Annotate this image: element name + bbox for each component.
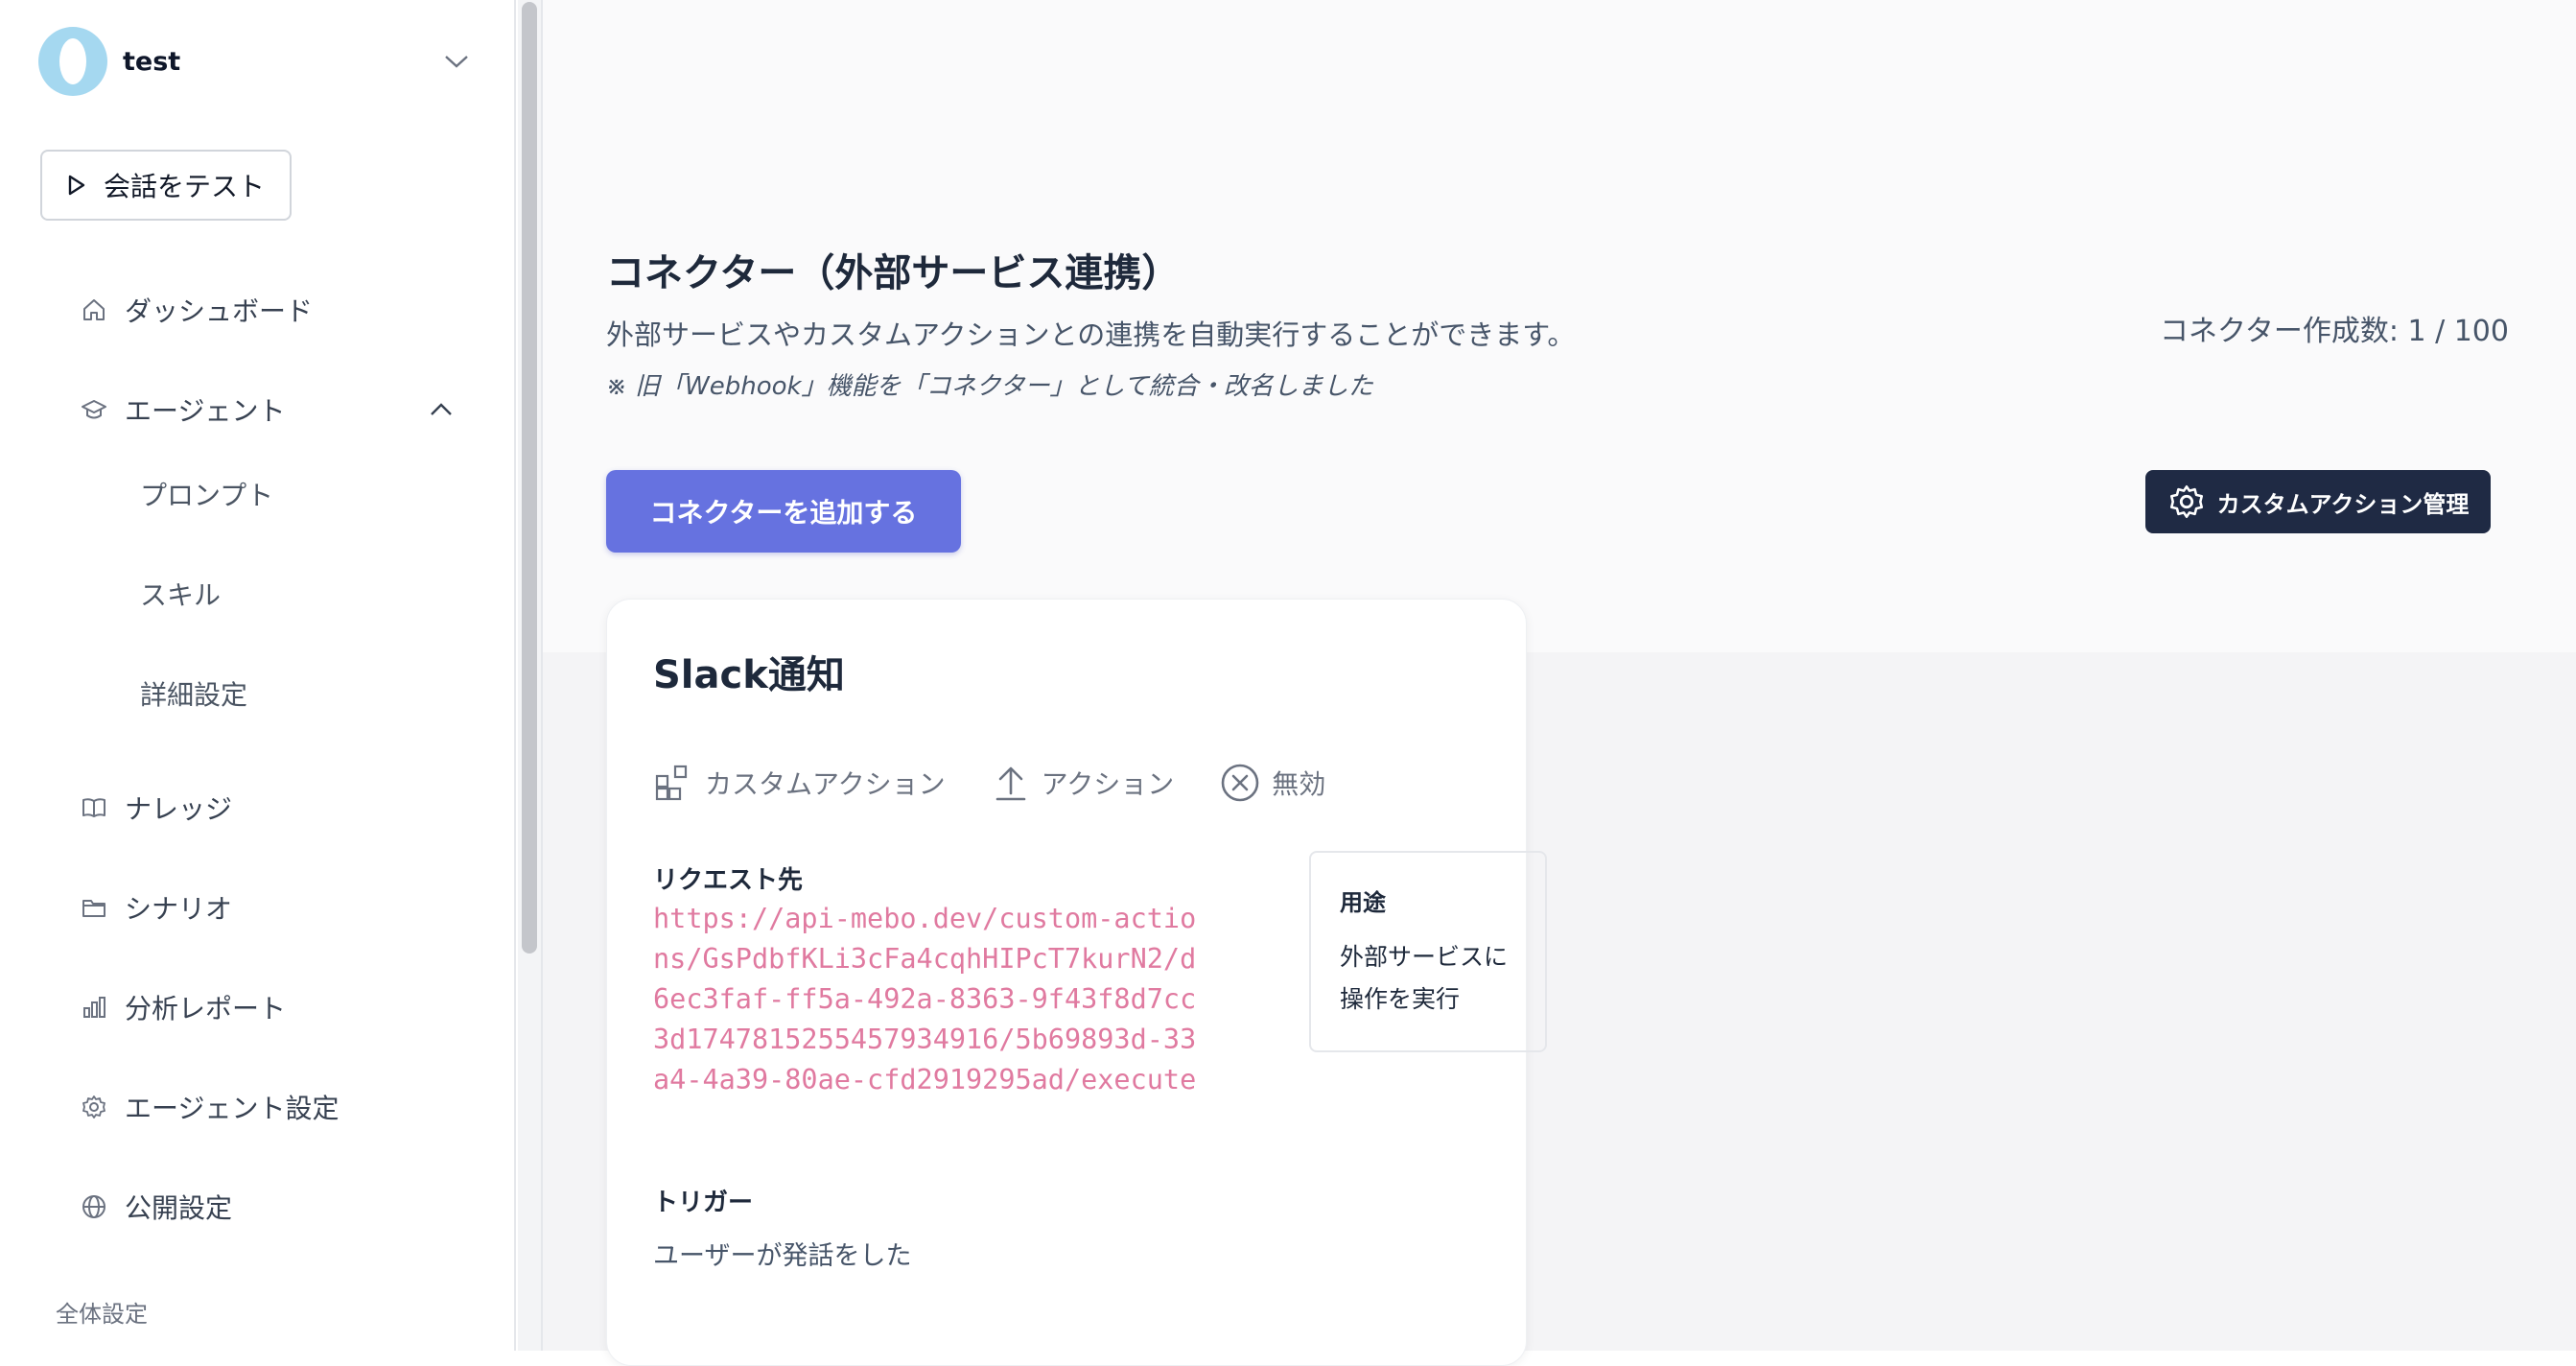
org-logo	[38, 27, 107, 96]
test-conversation-button[interactable]: 会話をテスト	[40, 150, 292, 221]
sidebar-item-label: 分析レポート	[125, 993, 287, 1024]
sidebar-item-analytics[interactable]: 分析レポート	[77, 980, 460, 1034]
sidebar-subitem-prompt[interactable]: プロンプト	[140, 467, 273, 521]
globe-icon	[77, 1189, 111, 1224]
play-icon	[68, 175, 85, 196]
sidebar-item-scenario[interactable]: シナリオ	[77, 881, 460, 934]
sidebar-item-publish-settings[interactable]: 公開設定	[77, 1180, 460, 1234]
folder-icon	[77, 890, 111, 925]
purpose-box: 用途 外部サービスに操作を実行	[1309, 851, 1547, 1052]
purpose-text: 外部サービスに操作を実行	[1340, 943, 1509, 1013]
badge-custom-action: カスタムアクション	[653, 763, 946, 803]
badge-label: 無効	[1272, 768, 1326, 800]
badge-label: アクション	[1041, 768, 1175, 800]
org-switcher[interactable]: test	[38, 27, 476, 96]
bar-chart-icon	[77, 990, 111, 1024]
page-note: ※ 旧「Webhook」機能を「コネクター」として統合・改名しました	[606, 372, 1373, 401]
upload-icon	[995, 766, 1025, 801]
request-url: https://api-mebo.dev/custom-actions/GsPd…	[653, 903, 1197, 1095]
sidebar-item-label: エージェント	[125, 395, 286, 427]
connector-badges: カスタムアクション アクション 無効	[653, 763, 1371, 803]
page-title: コネクター（外部サービス連携）	[606, 251, 1181, 295]
page-description: 外部サービスやカスタムアクションとの連携を自動実行することができます。	[606, 318, 1576, 351]
chevron-down-icon[interactable]	[437, 42, 476, 81]
connector-card[interactable]: Slack通知 カスタムアクション アクション 無効 リクエスト先 https:…	[606, 599, 1547, 1366]
book-icon	[77, 790, 111, 825]
sidebar-subitem-advanced[interactable]: 詳細設定	[140, 667, 247, 720]
purpose-title: 用途	[1340, 889, 1386, 916]
sidebar-item-label: 公開設定	[125, 1192, 233, 1224]
agent-icon	[77, 392, 111, 427]
custom-action-manage-button[interactable]: カスタムアクション管理	[2145, 470, 2491, 533]
sidebar: test 会話をテスト ダッシュボード エージェント プロンプト スキル 詳細設…	[0, 0, 516, 1351]
gear-icon	[77, 1090, 111, 1124]
sidebar-item-agent[interactable]: エージェント	[77, 383, 460, 436]
chevron-up-icon[interactable]	[422, 390, 460, 429]
sidebar-item-label: シナリオ	[125, 893, 233, 925]
trigger-value: ユーザーが発話をした	[653, 1241, 912, 1271]
trigger-label: トリガー	[653, 1189, 754, 1217]
test-conversation-label: 会話をテスト	[104, 171, 266, 202]
sidebar-item-label: エージェント設定	[125, 1093, 340, 1124]
home-icon	[77, 293, 111, 327]
badge-label: カスタムアクション	[705, 768, 946, 800]
sidebar-item-label: ダッシュボード	[125, 295, 314, 327]
sidebar-item-knowledge[interactable]: ナレッジ	[77, 781, 460, 835]
main-content: コネクター（外部サービス連携） 外部サービスやカスタムアクションとの連携を自動実…	[543, 0, 2576, 1366]
org-name: test	[123, 46, 181, 77]
x-circle-icon	[1221, 764, 1259, 802]
badge-action: アクション	[992, 763, 1175, 803]
badge-status-disabled: 無効	[1220, 763, 1325, 803]
sidebar-item-agent-settings[interactable]: エージェント設定	[77, 1080, 460, 1134]
sidebar-item-label: ナレッジ	[125, 793, 233, 825]
custom-action-icon	[655, 765, 688, 801]
sidebar-subitem-skill[interactable]: スキル	[140, 567, 221, 621]
add-connector-button[interactable]: コネクターを追加する	[606, 470, 961, 553]
custom-action-manage-label: カスタムアクション管理	[2216, 490, 2470, 518]
sidebar-scrollbar-thumb[interactable]	[522, 2, 537, 954]
connector-count: コネクター作成数: 1 / 100	[2160, 315, 2509, 348]
section-label-global-settings: 全体設定	[56, 1301, 148, 1328]
sidebar-item-dashboard[interactable]: ダッシュボード	[77, 283, 460, 337]
gear-icon	[2169, 485, 2203, 518]
request-label: リクエスト先	[653, 866, 804, 895]
connector-title: Slack通知	[653, 653, 845, 697]
